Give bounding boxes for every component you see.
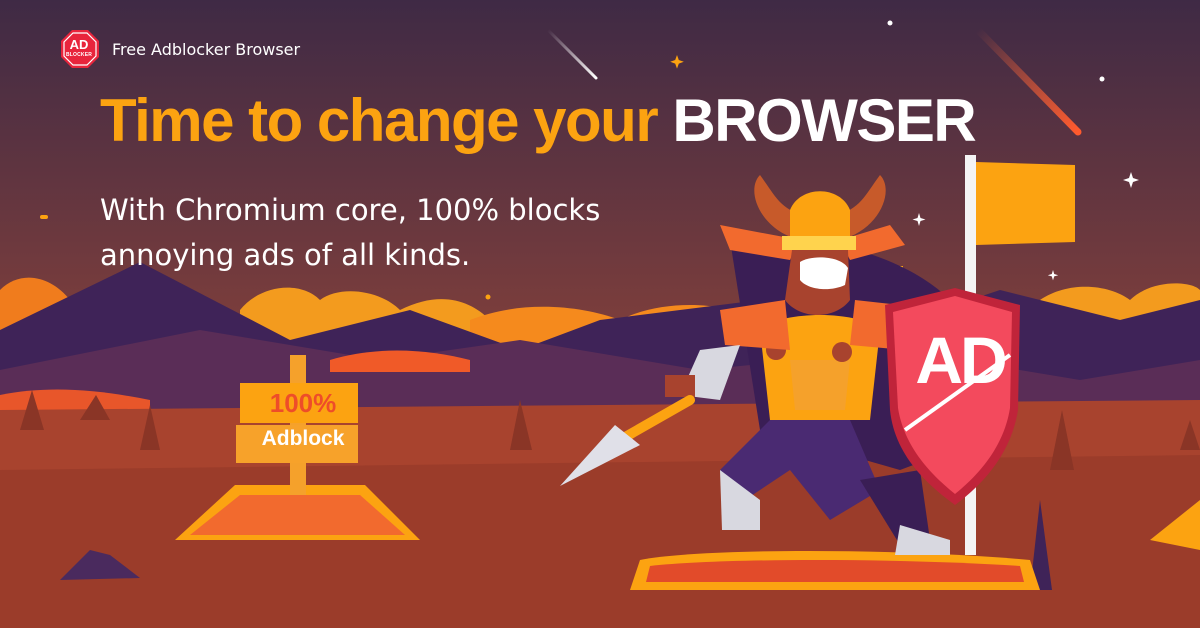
shield-label: AD <box>915 323 1007 397</box>
headline-part-2: BROWSER <box>672 87 976 154</box>
subheadline: With Chromium core, 100% blocks annoying… <box>100 188 660 278</box>
brand-header: AD BLOCKER Free Adblocker Browser <box>60 30 300 68</box>
logo-text: AD <box>69 37 89 52</box>
signpost-bottom-label: Adblock <box>261 427 345 450</box>
adblocker-logo: AD BLOCKER <box>60 30 98 68</box>
subheadline-line-1: With Chromium core, 100% blocks <box>100 193 601 227</box>
brand-name: Free Adblocker Browser <box>112 39 301 59</box>
logo-subtext: BLOCKER <box>65 52 93 58</box>
signpost-top-label: 100% <box>269 388 337 418</box>
headline-part-1: Time to change your <box>100 87 659 154</box>
ground <box>0 455 1200 628</box>
subheadline-line-2: annoying ads of all kinds. <box>100 238 471 272</box>
headline: Time to change your BROWSER <box>100 86 977 155</box>
platform <box>646 560 1024 582</box>
